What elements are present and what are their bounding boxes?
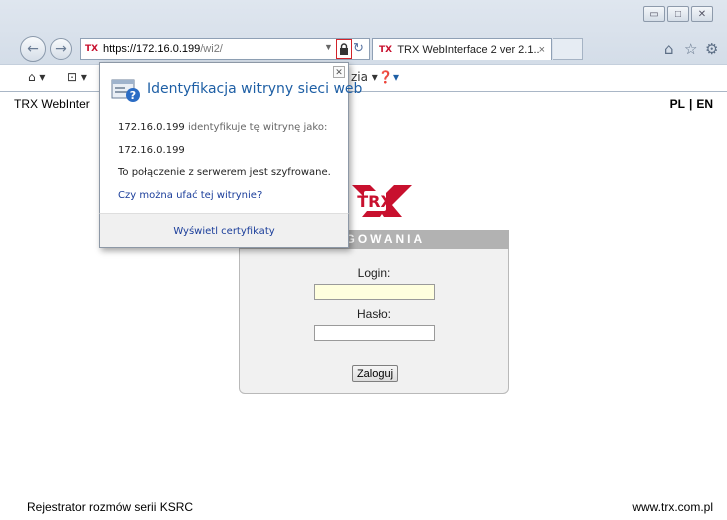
trust-site-link[interactable]: Czy można ufać tej witrynie? xyxy=(118,190,262,201)
lock-icon[interactable] xyxy=(336,39,352,59)
home-menu-icon[interactable]: ⌂ ▾ xyxy=(28,70,45,84)
site-certificate-icon: ? xyxy=(111,79,140,102)
language-switcher: PL | EN xyxy=(670,97,713,111)
browser-tab[interactable]: TX TRX WebInterface 2 ver 2.1.... × xyxy=(372,38,552,60)
popup-encryption-text: To połączenie z serwerem jest szyfrowane… xyxy=(118,167,331,178)
footer-product-text: Rejestrator rozmów serii KSRC xyxy=(27,500,194,514)
login-label: Login: xyxy=(357,266,391,280)
help-icon[interactable]: ❓▾ xyxy=(378,70,399,84)
back-arrow-icon[interactable]: ← xyxy=(20,36,46,62)
login-input[interactable] xyxy=(314,284,435,300)
close-window-icon[interactable]: ✕ xyxy=(691,6,713,22)
minimize-icon[interactable]: ▭ xyxy=(643,6,665,22)
popup-ip: 172.16.0.199 xyxy=(118,122,185,133)
popup-identity: 172.16.0.199 xyxy=(118,145,185,156)
lang-separator: | xyxy=(688,97,693,111)
password-label: Hasło: xyxy=(356,307,391,321)
tab-title: TRX WebInterface 2 ver 2.1.... xyxy=(397,43,539,56)
address-url: https://172.16.0.199/wi2/ xyxy=(103,43,223,55)
home-icon[interactable]: ⌂ xyxy=(664,40,674,58)
trx-logo: TRX xyxy=(352,185,412,217)
address-dropdown-icon[interactable]: ▼ xyxy=(324,42,333,52)
tab-favicon-icon: TX xyxy=(379,44,393,55)
tab-close-icon[interactable]: × xyxy=(539,44,545,56)
logo-text: TRX xyxy=(357,192,393,211)
lang-pl-link[interactable]: PL xyxy=(670,97,685,111)
login-submit-button[interactable]: Zaloguj xyxy=(352,365,398,382)
feeds-icon[interactable]: ⊡ ▾ xyxy=(67,70,87,84)
popup-ip-line: 172.16.0.199 identyfikuje tę witrynę jak… xyxy=(118,122,327,133)
settings-gear-icon[interactable]: ⚙ xyxy=(705,40,718,58)
password-input[interactable] xyxy=(314,325,435,341)
popup-close-icon[interactable]: ✕ xyxy=(333,66,345,78)
popup-ip-description: identyfikuje tę witrynę jako: xyxy=(187,122,328,133)
svg-text:?: ? xyxy=(130,89,136,102)
refresh-icon[interactable]: ↻ xyxy=(353,40,364,56)
new-tab-button[interactable] xyxy=(553,38,583,60)
page-header-text: TRX WebInter xyxy=(14,97,90,111)
forward-arrow-icon[interactable]: → xyxy=(50,38,72,60)
maximize-icon[interactable]: □ xyxy=(667,6,689,22)
popup-title: Identyfikacja witryny sieci web xyxy=(147,81,363,97)
lang-en-link[interactable]: EN xyxy=(696,97,713,111)
view-certificates-link[interactable]: Wyświetl certyfikaty xyxy=(99,226,349,237)
footer-website-link[interactable]: www.trx.com.pl xyxy=(632,500,713,514)
site-favicon-icon: TX xyxy=(85,44,99,54)
favorites-star-icon[interactable]: ☆ xyxy=(684,40,697,58)
